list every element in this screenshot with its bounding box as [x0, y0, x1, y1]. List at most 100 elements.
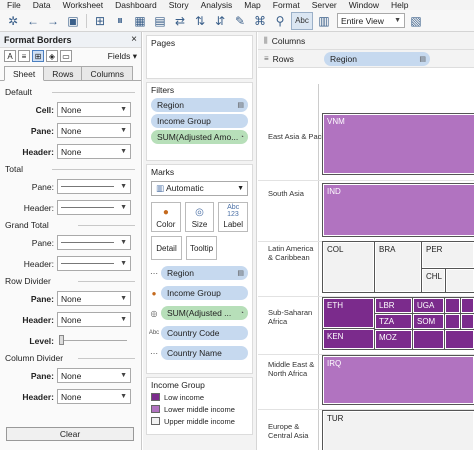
menu-data[interactable]: Data	[27, 0, 57, 10]
new-data-source-icon[interactable]: ⊞	[91, 12, 109, 30]
treemap-tile[interactable]: ETH	[322, 297, 375, 329]
menu-window[interactable]: Window	[343, 0, 385, 10]
label-button[interactable]: Abc 123 Label	[218, 202, 249, 232]
shading-icon[interactable]: ◈	[46, 50, 58, 62]
treemap-tile[interactable]	[460, 297, 474, 314]
font-icon[interactable]: A	[4, 50, 16, 62]
mark-type-select[interactable]: ▥ Automatic ▼	[151, 181, 248, 196]
row-divider-pane-select[interactable]: None ▼	[57, 291, 131, 306]
treemap-tile[interactable]: VNM	[322, 113, 474, 175]
new-sheet-icon[interactable]: ▦	[131, 12, 149, 30]
treemap-tile[interactable]: UGA	[412, 297, 445, 314]
rows-shelf[interactable]: ≡ Rows Region ▤	[258, 50, 474, 68]
color-button[interactable]: ● Color	[151, 202, 181, 232]
treemap-tile[interactable]	[445, 268, 474, 293]
mark-pill-sum-adjusted[interactable]: SUM(Adjusted ... ◔	[161, 306, 248, 320]
treemap-tile[interactable]: COL	[322, 241, 375, 293]
close-icon[interactable]: ×	[131, 34, 137, 45]
treemap-tile[interactable]	[412, 329, 445, 350]
treemap-tile[interactable]: TZA	[374, 313, 413, 330]
filter-pill-sum-adjusted[interactable]: SUM(Adjusted Amo... ◔	[151, 130, 248, 144]
forward-icon[interactable]: →	[44, 12, 62, 30]
tableau-logo-icon[interactable]: ✲	[4, 12, 22, 30]
grand-total-header-select[interactable]: ▼	[57, 256, 131, 271]
menu-format[interactable]: Format	[267, 0, 306, 10]
pin-icon[interactable]: ⚲	[271, 12, 289, 30]
treemap-tile[interactable]: BRA	[374, 241, 422, 293]
group-icon[interactable]: ⌘	[251, 12, 269, 30]
legend-item[interactable]: Lower middle income	[147, 403, 252, 415]
treemap-tile[interactable]	[444, 329, 474, 350]
highlight-icon[interactable]: ✎	[231, 12, 249, 30]
region-header[interactable]: Middle East & North Africa	[268, 360, 320, 378]
legend-item[interactable]: Upper middle income	[147, 415, 252, 427]
save-icon[interactable]: ▣	[64, 12, 82, 30]
menu-server[interactable]: Server	[306, 0, 343, 10]
treemap-tile[interactable]: IRQ	[322, 355, 474, 405]
lines-icon[interactable]: ▭	[60, 50, 72, 62]
total-header-select[interactable]: ▼	[57, 200, 131, 215]
region-header[interactable]: Europe & Central Asia	[268, 422, 320, 440]
borders-icon[interactable]: ⊞	[32, 50, 44, 62]
columns-shelf[interactable]: ⫼ Columns	[258, 32, 474, 50]
treemap-tile[interactable]: LBR	[374, 297, 413, 314]
pause-icon[interactable]: ⏸	[111, 12, 129, 30]
column-divider-header-select[interactable]: None ▼	[57, 389, 131, 404]
grand-total-pane-select[interactable]: ▼	[57, 235, 131, 250]
level-slider[interactable]	[57, 333, 131, 348]
row-divider-header-select[interactable]: None ▼	[57, 312, 131, 327]
tab-sheet[interactable]: Sheet	[4, 66, 45, 81]
tab-rows[interactable]: Rows	[43, 66, 83, 80]
legend-item[interactable]: Low income	[147, 391, 252, 403]
menu-story[interactable]: Story	[163, 0, 195, 10]
treemap-tile[interactable]: TUR	[322, 410, 474, 450]
column-divider-pane-select[interactable]: None ▼	[57, 368, 131, 383]
treemap-tile[interactable]	[444, 313, 461, 330]
show-cards-icon[interactable]: ▧	[407, 12, 425, 30]
treemap-tile[interactable]: CHL	[421, 268, 446, 293]
filter-pill-income-group[interactable]: Income Group	[151, 114, 248, 128]
total-pane-select[interactable]: ▼	[57, 179, 131, 194]
back-icon[interactable]: ←	[24, 12, 42, 30]
fix-axes-icon[interactable]: ▥	[315, 12, 333, 30]
default-pane-select[interactable]: None ▼	[57, 123, 131, 138]
fit-select[interactable]: Entire View ▼	[337, 13, 405, 28]
treemap-tile[interactable]: KEN	[322, 328, 375, 350]
treemap-tile[interactable]: SOM	[412, 313, 445, 330]
mark-pill-income-group[interactable]: Income Group	[161, 286, 248, 300]
size-button[interactable]: ◎ Size	[184, 202, 215, 232]
treemap-tile[interactable]: MOZ	[374, 329, 413, 350]
detail-button[interactable]: Detail	[151, 236, 182, 260]
filter-pill-region[interactable]: Region ▤	[151, 98, 248, 112]
mark-pill-country-code[interactable]: Country Code	[161, 326, 248, 340]
region-header[interactable]: Sub-Saharan Africa	[268, 308, 320, 326]
rows-pill-region[interactable]: Region ▤	[324, 51, 430, 66]
sort-desc-icon[interactable]: ⇵	[211, 12, 229, 30]
tab-columns[interactable]: Columns	[81, 66, 134, 80]
treemap-tile[interactable]	[444, 297, 461, 314]
default-cell-select[interactable]: None ▼	[57, 102, 131, 117]
menu-dashboard[interactable]: Dashboard	[109, 0, 163, 10]
show-labels-button[interactable]: Abc	[291, 11, 313, 30]
clear-button[interactable]: Clear	[6, 427, 134, 441]
alignment-icon[interactable]: ≡	[18, 50, 30, 62]
menu-analysis[interactable]: Analysis	[195, 0, 239, 10]
menu-worksheet[interactable]: Worksheet	[57, 0, 109, 10]
sort-asc-icon[interactable]: ⇅	[191, 12, 209, 30]
default-header-select[interactable]: None ▼	[57, 144, 131, 159]
region-header[interactable]: Latin America & Caribbean	[268, 244, 316, 262]
fields-dropdown[interactable]: Fields ▾	[108, 51, 137, 62]
swap-icon[interactable]: ⇄	[171, 12, 189, 30]
menu-map[interactable]: Map	[238, 0, 267, 10]
treemap-tile[interactable]	[460, 313, 474, 330]
mark-pill-region[interactable]: Region ▤	[161, 266, 248, 280]
menu-file[interactable]: File	[0, 0, 27, 10]
treemap-tile[interactable]: PER	[421, 241, 474, 269]
tooltip-button[interactable]: Tooltip	[186, 236, 217, 260]
duplicate-icon[interactable]: ▤	[151, 12, 169, 30]
mark-pill-country-name[interactable]: Country Name	[161, 346, 248, 360]
treemap-tile[interactable]: IND	[322, 183, 474, 237]
slider-handle[interactable]	[59, 335, 64, 345]
menu-help[interactable]: Help	[385, 0, 414, 10]
pages-card[interactable]: Pages	[146, 35, 253, 79]
